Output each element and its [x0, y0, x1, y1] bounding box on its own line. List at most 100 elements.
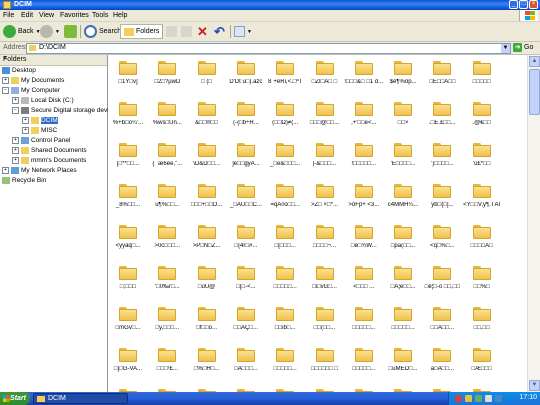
folder-icon: [315, 143, 334, 157]
volume-icon[interactable]: [485, 395, 492, 402]
network-icon: [11, 167, 19, 174]
scroll-thumb[interactable]: [529, 69, 540, 115]
folder-icon: [119, 184, 137, 198]
folder-item[interactable]: □□,□□: [456, 303, 508, 348]
address-label: Address: [3, 44, 29, 51]
go-button[interactable]: ➜ Go: [513, 43, 533, 52]
folder-icon: [433, 61, 452, 75]
tree-item-dcim[interactable]: + DCIM: [22, 116, 58, 125]
folder-icon: [276, 225, 295, 239]
tree-item-control-panel[interactable]: + Control Panel: [12, 136, 70, 145]
menu-bar: File Edit View Favorites Tools Help: [0, 10, 540, 22]
move-to-icon: [166, 26, 177, 37]
close-button[interactable]: ×: [529, 0, 538, 9]
menu-favorites[interactable]: Favorites: [60, 12, 89, 19]
folder-icon: [21, 157, 29, 164]
move-to-button[interactable]: [166, 24, 177, 39]
up-button[interactable]: [64, 24, 77, 39]
folder-name: .@€□□: [472, 120, 491, 126]
tray-icon[interactable]: [495, 395, 502, 402]
close-icon[interactable]: ×: [3, 55, 105, 62]
folder-icon: [158, 225, 177, 239]
folder-icon: [158, 102, 177, 116]
folder-icon: [29, 45, 36, 51]
folder-item[interactable]: .@€□□: [456, 98, 508, 143]
folder-open-icon: [31, 117, 39, 124]
folder-icon: [119, 225, 137, 239]
folder-icon: [197, 266, 216, 280]
folder-icon: [119, 266, 137, 280]
folder-icon: [21, 147, 29, 154]
maximize-button[interactable]: □: [519, 0, 528, 9]
start-button[interactable]: Start: [0, 392, 30, 405]
disk-icon: [21, 97, 29, 104]
views-button[interactable]: ▼: [234, 24, 252, 39]
folder-item[interactable]: □Æ□□□: [456, 344, 508, 389]
folder-icon: [158, 61, 177, 75]
folder-icon: [472, 143, 491, 157]
folder-icon: [472, 225, 491, 239]
folder-icon: [433, 307, 452, 321]
folder-icon: [354, 266, 373, 280]
tray-icon[interactable]: [475, 395, 482, 402]
folders-icon: [124, 27, 134, 36]
folder-icon: [236, 61, 255, 75]
tree-item-network-places[interactable]: + My Network Places: [2, 166, 77, 175]
menu-edit[interactable]: Edit: [21, 12, 33, 19]
menu-view[interactable]: View: [39, 12, 54, 19]
clock: 17:10: [519, 394, 537, 401]
folder-icon: [354, 102, 373, 116]
tree-item-desktop[interactable]: Desktop: [2, 66, 36, 75]
folder-icon: [276, 266, 295, 280]
go-arrow-icon: ➜: [513, 43, 522, 52]
folder-icon: [472, 102, 491, 116]
undo-button[interactable]: ↶: [214, 24, 225, 39]
folder-icon: [236, 225, 255, 239]
folder-icon: [119, 348, 137, 362]
folder-item[interactable]: 'ù£*□□: [456, 139, 508, 184]
menu-help[interactable]: Help: [113, 12, 127, 19]
tree-item-misc[interactable]: + MISC: [22, 126, 57, 135]
vertical-scrollbar[interactable]: ▲ ▼: [527, 55, 540, 392]
chevron-down-icon[interactable]: ▼: [501, 44, 510, 53]
address-input[interactable]: D:\DCIM ▼: [26, 43, 511, 54]
folder-icon: [472, 184, 491, 198]
title-bar: DCIM _ □ ×: [0, 0, 540, 10]
menu-file[interactable]: File: [3, 12, 14, 19]
minimize-button[interactable]: _: [509, 0, 518, 9]
tray-icon[interactable]: [465, 395, 472, 402]
folder-name: □□□□□: [472, 79, 491, 85]
tree-item-local-disk[interactable]: + Local Disk (C:): [12, 96, 74, 105]
folder-name: 'ù£*□□: [472, 161, 491, 167]
folder-icon: [315, 184, 334, 198]
folder-icon: [31, 127, 39, 134]
folder-item[interactable]: <Y□□V,y¶.TÂI: [456, 180, 508, 225]
folder-icon: [276, 143, 295, 157]
tray-icon[interactable]: [455, 395, 462, 402]
tree-item-sd-card[interactable]: − Secure Digital storage device: [12, 106, 116, 115]
tree-item-my-documents[interactable]: + My Documents: [2, 76, 64, 85]
folder-item[interactable]: □□%□: [456, 262, 508, 307]
taskbar-item-dcim[interactable]: DCIM: [33, 393, 128, 404]
menu-tools[interactable]: Tools: [92, 12, 108, 19]
search-button[interactable]: Search: [84, 24, 121, 39]
file-list-view[interactable]: □1Y□v] □2□?µwD □ (□ D'Dt u□).azc 8`+èRi,<.□ª…: [108, 55, 527, 392]
forward-arrow-icon: [40, 25, 53, 38]
copy-to-button[interactable]: [181, 24, 192, 39]
folder-item[interactable]: □□□□□: [456, 57, 508, 102]
tree-item-mmm-documents[interactable]: + mmm's Documents: [12, 156, 86, 165]
tree-item-recycle-bin[interactable]: Recycle Bin: [2, 176, 46, 185]
scroll-down-arrow-icon[interactable]: ▼: [529, 380, 540, 391]
scroll-up-arrow-icon[interactable]: ▲: [529, 56, 540, 67]
forward-button[interactable]: ▼: [40, 24, 60, 39]
back-button[interactable]: Back ▼: [3, 24, 41, 39]
folder-icon: [354, 184, 373, 198]
delete-button[interactable]: ✕: [197, 24, 208, 39]
folder-item[interactable]: □□□□Å□: [456, 221, 508, 266]
folders-button[interactable]: Folders: [120, 24, 164, 39]
folder-icon: [197, 225, 216, 239]
folder-icon: [276, 348, 295, 362]
delete-x-icon: ✕: [197, 23, 208, 39]
tree-item-my-computer[interactable]: − My Computer: [2, 86, 60, 95]
tree-item-shared-documents[interactable]: + Shared Documents: [12, 146, 87, 155]
